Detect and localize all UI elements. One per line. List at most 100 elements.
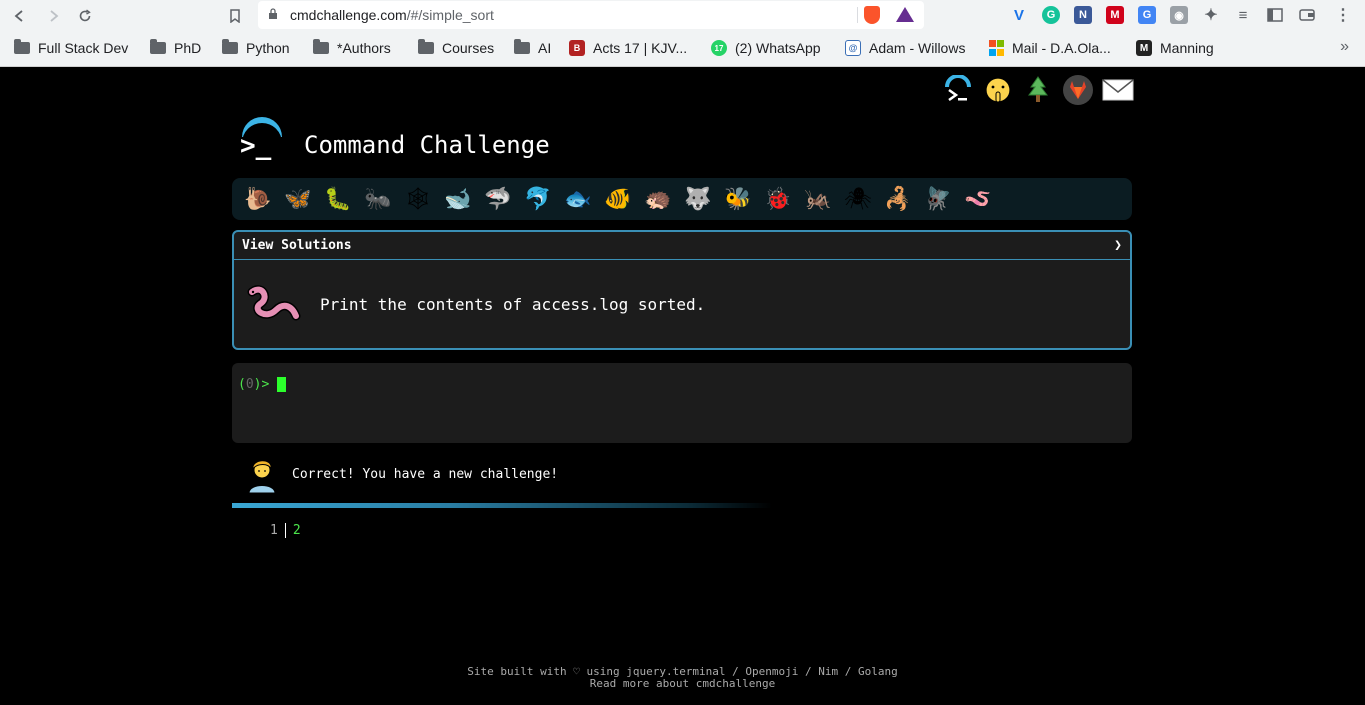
globe-icon: @	[845, 40, 861, 56]
hedgehog-icon[interactable]: 🦔	[638, 179, 678, 219]
footer: Site built with ♡ using jquery.terminal …	[0, 666, 1365, 690]
lock-icon	[268, 8, 280, 22]
worm-icon	[244, 274, 304, 334]
bookmark-courses[interactable]: Courses	[418, 38, 494, 58]
bookmark-ai[interactable]: AI	[514, 38, 551, 58]
bookmark-authors[interactable]: *Authors	[313, 38, 391, 58]
ant-icon[interactable]: 🐜	[358, 179, 398, 219]
cricket-icon[interactable]: 🦗	[798, 179, 838, 219]
reading-list-icon[interactable]: ≡	[1234, 6, 1252, 24]
terminal-cursor[interactable]	[277, 377, 287, 392]
mendeley-extension-icon[interactable]: M	[1106, 6, 1124, 24]
bookmark-phd[interactable]: PhD	[150, 38, 201, 58]
bookmark-python[interactable]: Python	[222, 38, 290, 58]
browser-chrome: cmdchallenge.com/#/simple_sort V G N M G…	[0, 0, 1365, 67]
fly-icon[interactable]: 🪰	[918, 179, 958, 219]
url-text: cmdchallenge.com/#/simple_sort	[290, 7, 494, 23]
output-line-number: 1	[270, 523, 278, 538]
menu-kebab-icon[interactable]: ⋮	[1334, 6, 1352, 24]
whale-icon[interactable]: 🐋	[438, 179, 478, 219]
challenge-card: View Solutions ❯ Print the contents of a…	[232, 230, 1132, 350]
person-icon	[242, 454, 282, 494]
folder-icon	[14, 39, 30, 54]
worm-icon[interactable]: 🪱	[958, 179, 998, 219]
whatsapp-icon: 17	[711, 40, 727, 56]
footer-about-link[interactable]: Read more about cmdchallenge	[0, 678, 1365, 690]
brave-rewards-icon[interactable]	[896, 7, 914, 22]
folder-icon	[514, 39, 530, 54]
folder-icon	[222, 39, 238, 54]
logo-prompt: >_	[240, 131, 272, 161]
terminal-icon[interactable]	[938, 70, 978, 110]
scorpion-icon[interactable]: 🦂	[878, 179, 918, 219]
sidebar-toggle-icon[interactable]	[1266, 6, 1284, 24]
brave-shield-icon[interactable]	[864, 6, 880, 24]
bee-icon[interactable]: 🐝	[718, 179, 758, 219]
status-text: Correct! You have a new challenge!	[292, 466, 559, 482]
bookmark-full-stack-dev[interactable]: Full Stack Dev	[14, 38, 128, 58]
browser-toolbar: cmdchallenge.com/#/simple_sort V G N M G…	[0, 0, 1365, 32]
dolphin-icon[interactable]: 🐬	[518, 179, 558, 219]
address-bar[interactable]: cmdchallenge.com/#/simple_sort	[258, 1, 924, 29]
forward-arrow-icon	[50, 10, 59, 22]
camera-extension-icon[interactable]: ◉	[1170, 6, 1188, 24]
back-button[interactable]	[8, 4, 32, 28]
site-logo[interactable]: >_	[240, 117, 284, 161]
butterfly-icon[interactable]: 🦋	[278, 179, 318, 219]
url-separator	[857, 7, 858, 23]
vpn-extension-icon[interactable]: V	[1010, 6, 1028, 24]
envelope-icon[interactable]	[1098, 70, 1138, 110]
page-content: >_ Command Challenge 🐌 🦋 🐛 🐜 🕸 🐋 🦈 🐬 🐟 🐠…	[0, 67, 1365, 705]
grammarly-extension-icon[interactable]: G	[1042, 6, 1060, 24]
bookmarks-overflow-button[interactable]: »	[1340, 38, 1349, 56]
microsoft-icon	[988, 40, 1004, 56]
progress-bar	[232, 503, 772, 508]
bookmark-adam-willows[interactable]: @ Adam - Willows	[845, 38, 965, 58]
folder-icon	[150, 39, 166, 54]
challenge-description: Print the contents of access.log sorted.	[320, 294, 706, 314]
terminal[interactable]: (0)>	[232, 363, 1132, 443]
folder-icon	[418, 39, 434, 54]
view-solutions-toggle[interactable]: View Solutions ❯	[234, 232, 1130, 260]
bookmark-mail[interactable]: Mail - D.A.Ola...	[988, 38, 1111, 58]
bookmark-whatsapp[interactable]: 17 (2) WhatsApp	[711, 38, 821, 58]
challenge-body: Print the contents of access.log sorted.	[234, 260, 1130, 348]
bookmarks-bar: Full Stack Dev PhD Python *Authors Cours…	[0, 34, 1365, 62]
fish-icon[interactable]: 🐟	[558, 179, 598, 219]
folder-icon	[313, 39, 329, 54]
bookmark-manning[interactable]: M Manning	[1136, 38, 1214, 58]
bookmark-icon	[230, 9, 240, 23]
back-arrow-icon	[14, 10, 23, 22]
translate-extension-icon[interactable]: G	[1138, 6, 1156, 24]
bookmark-button[interactable]	[223, 4, 247, 28]
ladybug-icon[interactable]: 🐞	[758, 179, 798, 219]
command-output: 1 2	[270, 523, 301, 538]
bookmark-acts-17[interactable]: B Acts 17 | KJV...	[569, 38, 687, 58]
output-value: 2	[292, 523, 301, 538]
spider-web-icon[interactable]: 🕸	[398, 179, 438, 219]
reload-icon	[79, 9, 91, 22]
tropical-fish-icon[interactable]: 🐠	[598, 179, 638, 219]
gitlab-icon[interactable]	[1058, 70, 1098, 110]
top-icons	[938, 70, 1138, 110]
challenge-progress-bar: 🐌 🦋 🐛 🐜 🕸 🐋 🦈 🐬 🐟 🐠 🦔 🐺 🐝 🐞 🦗 🕷 🦂 🪰 🪱	[232, 178, 1132, 220]
wolf-icon[interactable]: 🐺	[678, 179, 718, 219]
extensions-puzzle-icon[interactable]: ✦	[1202, 6, 1220, 24]
bible-icon: B	[569, 40, 585, 56]
terminal-prompt: (0)>	[238, 377, 287, 392]
wallet-icon[interactable]	[1298, 6, 1316, 24]
reload-button[interactable]	[73, 4, 97, 28]
chevron-right-icon: ❯	[1114, 238, 1122, 253]
status-message: Correct! You have a new challenge!	[232, 453, 1132, 495]
notion-extension-icon[interactable]: N	[1074, 6, 1092, 24]
snail-icon[interactable]: 🐌	[238, 179, 278, 219]
spider-icon[interactable]: 🕷	[838, 179, 878, 219]
shushing-face-icon[interactable]	[978, 70, 1018, 110]
manning-icon: M	[1136, 40, 1152, 56]
shark-icon[interactable]: 🦈	[478, 179, 518, 219]
tree-icon[interactable]	[1018, 70, 1058, 110]
forward-button[interactable]	[41, 4, 65, 28]
view-solutions-label: View Solutions	[242, 238, 352, 253]
caterpillar-icon[interactable]: 🐛	[318, 179, 358, 219]
page-title: Command Challenge	[304, 131, 550, 159]
